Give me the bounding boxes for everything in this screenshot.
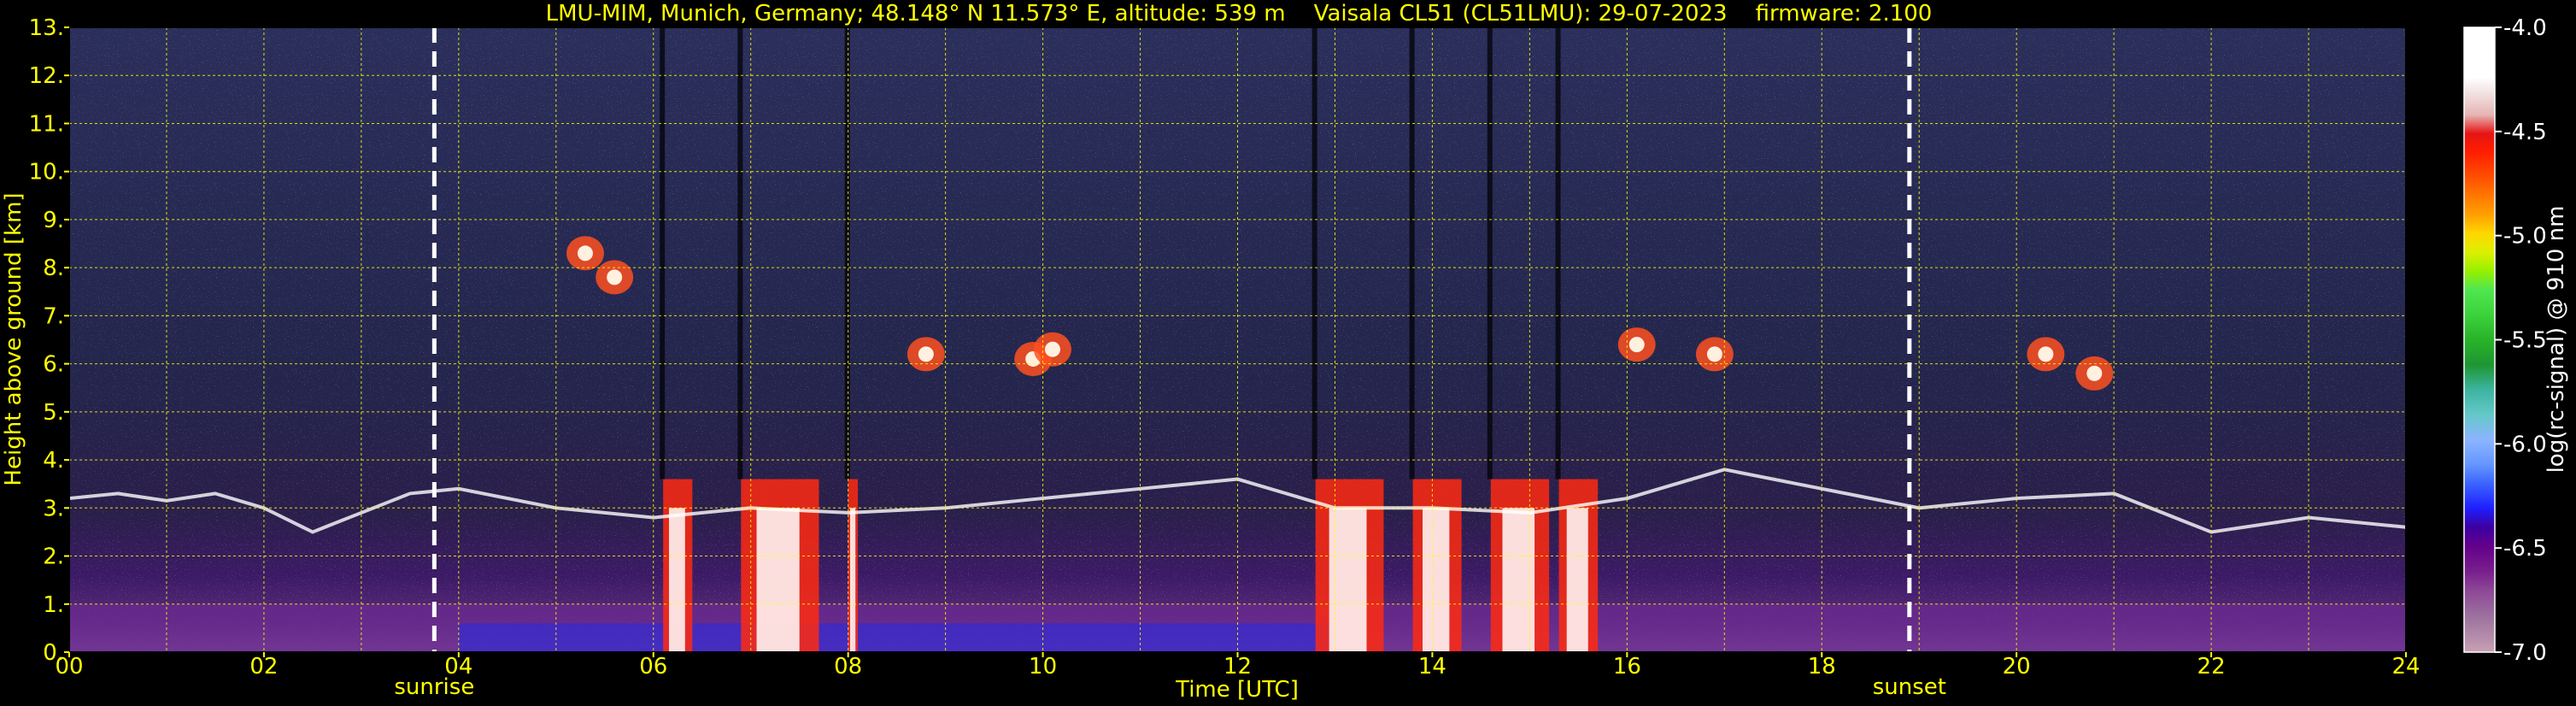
colorbar: -4.0 -4.5 -5.0 -5.5 -6.0 -6.5 -7.0 log(rc-sign… <box>2463 15 2569 666</box>
signal-attenuation-column <box>737 27 743 479</box>
cloud-patch-core <box>607 269 623 285</box>
ceilometer-chart: LMU-MIM, Munich, Germany; 48.148° N 11.5… <box>1 1 2569 703</box>
event-label-sunrise: sunrise <box>394 674 474 700</box>
plot-area <box>68 26 2407 653</box>
y-tick-label: 2. <box>43 544 64 570</box>
x-tick-label: 14 <box>1418 654 1446 680</box>
colorbar-tick-label: -5.5 <box>2503 328 2547 354</box>
cloud-patch-core <box>1628 337 1645 353</box>
cloud-patch-core <box>2038 346 2054 362</box>
precip-band-core <box>1329 508 1367 652</box>
y-tick-label: 11. <box>29 111 64 137</box>
event-labels: sunrise sunset <box>394 674 1946 700</box>
colorbar-gradient <box>2464 27 2495 652</box>
x-tick-label: 18 <box>1808 654 1836 680</box>
boundary-layer-aerosol-core <box>458 623 1335 652</box>
signal-attenuation-column <box>660 27 666 479</box>
signal-attenuation-column <box>1487 27 1493 479</box>
precip-band-core <box>1502 508 1535 652</box>
event-label-sunset: sunset <box>1873 674 1946 700</box>
x-tick-label: 10 <box>1029 654 1057 680</box>
cloud-patch-core <box>918 346 934 362</box>
signal-attenuation-column <box>844 27 850 479</box>
x-tick-label: 08 <box>834 654 862 680</box>
precip-band-core <box>849 508 856 652</box>
colorbar-tick-label: -6.5 <box>2503 536 2547 562</box>
colorbar-ticks: -4.0 -4.5 -5.0 -5.5 -6.0 -6.5 -7.0 <box>2495 15 2547 666</box>
y-tick-label: 5. <box>43 400 64 426</box>
y-tick-label: 4. <box>43 448 64 474</box>
y-tick-label: 7. <box>43 303 64 329</box>
precip-band-core <box>668 508 685 652</box>
signal-attenuation-column <box>1409 27 1415 479</box>
precip-band-core <box>756 508 800 652</box>
y-tick-label: 8. <box>43 256 64 281</box>
y-tick-label: 6. <box>43 352 64 378</box>
colorbar-tick-label: -7.0 <box>2503 640 2547 666</box>
y-tick-label: 13. <box>29 15 64 41</box>
precip-band-core <box>1566 508 1588 652</box>
y-tick-label: 12. <box>29 63 64 89</box>
colorbar-tick-label: -6.0 <box>2503 432 2547 457</box>
x-tick-label: 12 <box>1223 654 1252 680</box>
colorbar-tick-label: -5.0 <box>2503 224 2547 250</box>
cloud-patch-core <box>1706 346 1722 362</box>
x-tick-label: 20 <box>2003 654 2031 680</box>
y-tick-label: 0. <box>43 640 64 666</box>
x-tick-label: 24 <box>2391 654 2420 680</box>
colorbar-tick-label: -4.5 <box>2503 120 2547 145</box>
colorbar-tick-label: -4.0 <box>2503 15 2547 41</box>
x-tick-label: 06 <box>639 654 667 680</box>
y-tick-label: 1. <box>43 592 64 618</box>
x-tick-label: 16 <box>1613 654 1641 680</box>
precip-band-core <box>1423 508 1450 652</box>
cloud-patch-core <box>577 245 593 262</box>
cloud-patch-core <box>2086 365 2103 381</box>
signal-attenuation-column <box>1311 27 1317 479</box>
y-axis-label: Height above ground [km] <box>1 192 26 485</box>
x-axis-label: Time [UTC] <box>1175 677 1299 703</box>
signal-attenuation-column <box>1555 27 1561 479</box>
colorbar-label: log(rc-signal) @ 910 nm <box>2544 206 2569 474</box>
cloud-patch-core <box>1044 341 1060 357</box>
y-tick-label: 3. <box>43 496 64 521</box>
chart-title: LMU-MIM, Munich, Germany; 48.148° N 11.5… <box>546 1 1933 26</box>
y-axis-ticks: 0. 1. 2. 3. 4. 5. 6. 7. 8. 9. 10. 11. 12. 13. <box>29 15 69 666</box>
y-tick-label: 10. <box>29 160 64 185</box>
y-tick-label: 9. <box>43 208 64 233</box>
x-tick-label: 02 <box>249 654 278 680</box>
x-tick-label: 22 <box>2198 654 2226 680</box>
